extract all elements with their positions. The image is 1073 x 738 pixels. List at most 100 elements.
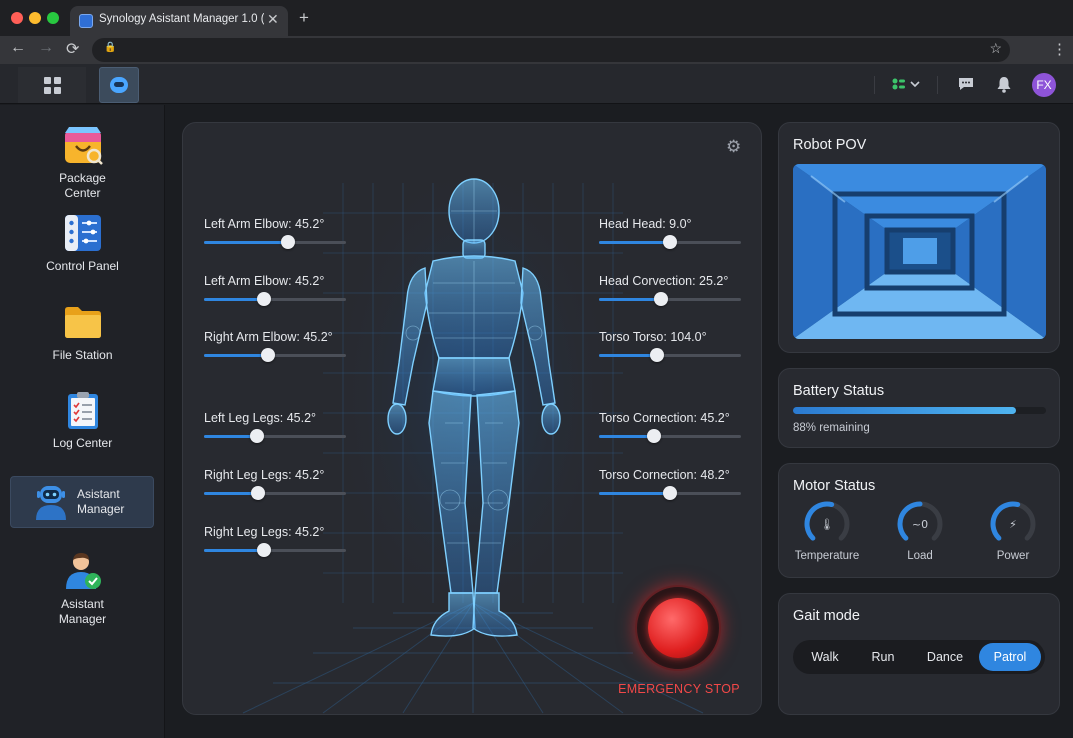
robot-icon <box>31 482 71 522</box>
browser-menu-icon[interactable]: ⋮ <box>1052 40 1067 58</box>
browser-tab-bar: Synology Asistant Manager 1.0 (E ✕ + <box>0 0 1073 36</box>
slider-track[interactable] <box>204 429 346 443</box>
slider-track[interactable] <box>204 235 346 249</box>
window-maximize-button[interactable] <box>47 12 59 24</box>
slider-torso-correction[interactable]: Torso Cornection: 45.2° <box>599 411 744 443</box>
chat-button[interactable] <box>957 64 975 104</box>
gauge-label: Temperature <box>794 550 860 562</box>
slider-track[interactable] <box>599 429 741 443</box>
slider-label: Torso Torso: 104.0° <box>599 330 707 344</box>
tab-close-icon[interactable]: ✕ <box>267 11 279 28</box>
sidebar-item-label: Package <box>59 171 106 185</box>
browser-tab[interactable]: Synology Asistant Manager 1.0 (E ✕ <box>70 6 288 36</box>
network-status-button[interactable] <box>890 64 920 104</box>
slider-left-arm-elbow[interactable]: Left Arm Elbow: 45.2° <box>204 217 349 249</box>
reload-icon[interactable]: ⟳ <box>66 39 79 59</box>
slider-right-leg-2[interactable]: Right Leg Legs: 45.2° <box>204 525 349 557</box>
slider-torso-correction-2[interactable]: Torso Cornection: 48.2° <box>599 468 744 500</box>
slider-thumb[interactable] <box>280 235 295 249</box>
sidebar-item-label: Control Panel <box>46 259 119 273</box>
sidebar-item-file-station[interactable]: File Station <box>0 302 165 363</box>
gauge-load: ~0 Load <box>880 498 960 562</box>
slider-track[interactable] <box>204 348 346 362</box>
slider-fill <box>599 435 655 438</box>
slider-head[interactable]: Head Head: 9.0° <box>599 217 744 249</box>
slider-thumb[interactable] <box>260 348 275 362</box>
slider-right-arm-elbow[interactable]: Right Arm Elbow: 45.2° <box>204 330 349 362</box>
slider-track[interactable] <box>204 292 346 306</box>
slider-thumb[interactable] <box>256 292 271 306</box>
slider-track[interactable] <box>599 235 741 249</box>
gauge-symbol: ⚡ <box>1009 518 1017 531</box>
sidebar-item-label: Asistant <box>77 487 120 501</box>
slider-torso[interactable]: Torso Torso: 104.0° <box>599 330 744 362</box>
forward-icon[interactable]: → <box>38 39 54 57</box>
slider-thumb[interactable] <box>249 429 264 443</box>
gait-option-run[interactable]: Run <box>855 643 911 671</box>
notifications-button[interactable] <box>996 64 1012 104</box>
slider-label: Torso Cornection: 48.2° <box>599 468 730 482</box>
address-bar[interactable]: 🔒 ☆ <box>92 38 1010 62</box>
network-switch-icon <box>892 78 920 90</box>
sidebar-item-log-center[interactable]: Log Center <box>0 390 165 451</box>
sidebar-item-package-center[interactable]: Package Center <box>0 125 165 200</box>
slider-label: Left Arm Elbow: 45.2° <box>204 217 325 231</box>
slider-label: Left Arm Elbow: 45.2° <box>204 274 325 288</box>
back-icon[interactable]: ← <box>10 39 26 57</box>
lock-icon: 🔒 <box>104 42 117 53</box>
sidebar-item-label: Log Center <box>52 436 113 450</box>
sidebar-item-assistant-manager[interactable]: Asistant Manager <box>10 476 154 528</box>
slider-track[interactable] <box>204 543 346 557</box>
slider-thumb[interactable] <box>256 543 271 557</box>
slider-fill <box>204 241 288 244</box>
slider-fill <box>204 354 268 357</box>
slider-thumb[interactable] <box>663 235 677 249</box>
user-avatar[interactable]: FX <box>1032 73 1056 97</box>
slider-thumb[interactable] <box>663 486 677 500</box>
battery-status-card: Battery Status 88% remaining <box>778 368 1060 448</box>
settings-gear-icon[interactable]: ⚙ <box>726 137 741 157</box>
robot-pov-card: Robot POV <box>778 122 1060 353</box>
favicon-icon <box>79 14 93 28</box>
robot-control-panel: ⚙ Left Arm Elbow: 45.2° Left Arm Elbow: … <box>182 122 762 715</box>
gait-mode-card: Gait mode Walk Run Dance Patrol <box>778 593 1060 715</box>
main-menu-button[interactable] <box>18 67 86 103</box>
battery-progress-fill <box>793 407 1016 414</box>
slider-left-arm-elbow-2[interactable]: Left Arm Elbow: 45.2° <box>204 274 349 306</box>
sidebar-item-label: Asistant <box>61 597 104 611</box>
slider-track[interactable] <box>204 486 346 500</box>
slider-track[interactable] <box>599 486 741 500</box>
robot-camera-feed[interactable] <box>793 164 1046 339</box>
package-center-icon <box>63 125 103 165</box>
grid-icon <box>43 76 61 94</box>
slider-fill <box>599 492 670 495</box>
bookmark-star-icon[interactable]: ☆ <box>989 40 1002 57</box>
browser-toolbar: ← → ⟳ 🔒 ☆ ⋮ <box>0 36 1073 64</box>
card-title: Battery Status <box>793 383 885 399</box>
gait-option-walk[interactable]: Walk <box>797 643 853 671</box>
gait-option-patrol[interactable]: Patrol <box>979 643 1041 671</box>
tab-title: Synology Asistant Manager 1.0 (E <box>99 13 264 25</box>
slider-head-correction[interactable]: Head Corvection: 25.2° <box>599 274 744 306</box>
window-minimize-button[interactable] <box>29 12 41 24</box>
gait-option-dance[interactable]: Dance <box>913 643 977 671</box>
slider-thumb[interactable] <box>250 486 265 500</box>
desktop-sidebar: Package Center Control Panel File Statio… <box>0 105 165 738</box>
sidebar-item-assistant-manager-user[interactable]: Asistant Manager <box>0 551 165 626</box>
assistant-manager-taskbar-button[interactable] <box>99 67 139 103</box>
gauge-power: ⚡ Power <box>973 498 1053 562</box>
window-close-button[interactable] <box>11 12 23 24</box>
thermometer-icon: 🌡 <box>804 501 850 541</box>
card-title: Gait mode <box>793 608 860 624</box>
gait-mode-selector: Walk Run Dance Patrol <box>793 640 1045 674</box>
sidebar-item-label: File Station <box>52 348 113 362</box>
slider-left-leg[interactable]: Left Leg Legs: 45.2° <box>204 411 349 443</box>
card-title: Motor Status <box>793 478 876 494</box>
slider-label: Head Head: 9.0° <box>599 217 692 231</box>
slider-track[interactable] <box>599 292 741 306</box>
sidebar-item-control-panel[interactable]: Control Panel <box>0 213 165 274</box>
slider-right-leg[interactable]: Right Leg Legs: 45.2° <box>204 468 349 500</box>
slider-track[interactable] <box>599 348 741 362</box>
new-tab-button[interactable]: + <box>299 8 309 28</box>
emergency-stop-button[interactable] <box>635 585 721 671</box>
